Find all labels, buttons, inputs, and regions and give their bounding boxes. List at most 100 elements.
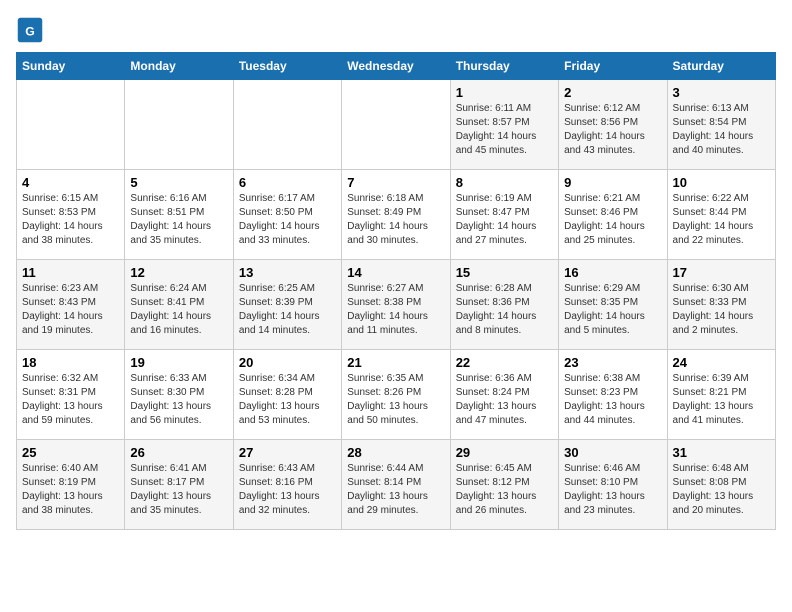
day-cell: 25Sunrise: 6:40 AMSunset: 8:19 PMDayligh… <box>17 440 125 530</box>
day-info: Sunrise: 6:43 AMSunset: 8:16 PMDaylight:… <box>239 462 336 518</box>
week-row-3: 11 Sunrise: 6:23 AMSunset: 8:43 PMDayligh… <box>17 260 776 350</box>
week-row-1: 1 Sunrise: 6:11 AMSunset: 8:57 PMDaylight… <box>17 80 776 170</box>
day-cell: 5 Sunrise: 6:16 AMSunset: 8:51 PMDaylight… <box>125 170 233 260</box>
day-number: 22 <box>456 355 553 370</box>
week-row-2: 4Sunrise: 6:15 AMSunset: 8:53 PMDaylight… <box>17 170 776 260</box>
day-number: 27 <box>239 445 336 460</box>
day-cell: 16 Sunrise: 6:29 AMSunset: 8:35 PMDayligh… <box>559 260 667 350</box>
day-info: Sunrise: 6:19 AMSunset: 8:47 PMDaylight:… <box>456 192 553 248</box>
day-number: 31 <box>673 445 770 460</box>
week-row-5: 25Sunrise: 6:40 AMSunset: 8:19 PMDayligh… <box>17 440 776 530</box>
day-cell: 8 Sunrise: 6:19 AMSunset: 8:47 PMDaylight… <box>450 170 558 260</box>
day-cell: 21 Sunrise: 6:35 AMSunset: 8:26 PMDayligh… <box>342 350 450 440</box>
day-info: Sunrise: 6:38 AMSunset: 8:23 PMDaylight:… <box>564 372 661 428</box>
logo-icon: G <box>16 16 44 44</box>
day-number: 13 <box>239 265 336 280</box>
day-info: Sunrise: 6:33 AMSunset: 8:30 PMDaylight:… <box>130 372 227 428</box>
day-info: Sunrise: 6:11 AMSunset: 8:57 PMDaylight:… <box>456 102 553 158</box>
day-info: Sunrise: 6:22 AMSunset: 8:44 PMDaylight:… <box>673 192 770 248</box>
day-cell: 2 Sunrise: 6:12 AMSunset: 8:56 PMDaylight… <box>559 80 667 170</box>
day-number: 10 <box>673 175 770 190</box>
calendar-table: SundayMondayTuesdayWednesdayThursdayFrid… <box>16 52 776 530</box>
day-cell: 30Sunrise: 6:46 AMSunset: 8:10 PMDayligh… <box>559 440 667 530</box>
day-number: 25 <box>22 445 119 460</box>
day-cell: 12Sunrise: 6:24 AMSunset: 8:41 PMDayligh… <box>125 260 233 350</box>
day-cell: 17 Sunrise: 6:30 AMSunset: 8:33 PMDayligh… <box>667 260 775 350</box>
weekday-header-saturday: Saturday <box>667 53 775 80</box>
weekday-row: SundayMondayTuesdayWednesdayThursdayFrid… <box>17 53 776 80</box>
day-number: 19 <box>130 355 227 370</box>
day-cell: 4Sunrise: 6:15 AMSunset: 8:53 PMDaylight… <box>17 170 125 260</box>
day-info: Sunrise: 6:46 AMSunset: 8:10 PMDaylight:… <box>564 462 661 518</box>
day-info: Sunrise: 6:17 AMSunset: 8:50 PMDaylight:… <box>239 192 336 248</box>
day-number: 9 <box>564 175 661 190</box>
day-info: Sunrise: 6:12 AMSunset: 8:56 PMDaylight:… <box>564 102 661 158</box>
day-cell: 15 Sunrise: 6:28 AMSunset: 8:36 PMDayligh… <box>450 260 558 350</box>
calendar-body: 1 Sunrise: 6:11 AMSunset: 8:57 PMDaylight… <box>17 80 776 530</box>
day-info: Sunrise: 6:44 AMSunset: 8:14 PMDaylight:… <box>347 462 444 518</box>
day-cell: 9Sunrise: 6:21 AMSunset: 8:46 PMDaylight… <box>559 170 667 260</box>
day-number: 5 <box>130 175 227 190</box>
day-info: Sunrise: 6:28 AMSunset: 8:36 PMDaylight:… <box>456 282 553 338</box>
day-number: 17 <box>673 265 770 280</box>
day-info: Sunrise: 6:23 AMSunset: 8:43 PMDaylight:… <box>22 282 119 338</box>
weekday-header-wednesday: Wednesday <box>342 53 450 80</box>
day-number: 15 <box>456 265 553 280</box>
weekday-header-monday: Monday <box>125 53 233 80</box>
weekday-header-thursday: Thursday <box>450 53 558 80</box>
header: G <box>16 16 776 44</box>
day-info: Sunrise: 6:39 AMSunset: 8:21 PMDaylight:… <box>673 372 770 428</box>
day-number: 7 <box>347 175 444 190</box>
calendar-header: SundayMondayTuesdayWednesdayThursdayFrid… <box>17 53 776 80</box>
weekday-header-friday: Friday <box>559 53 667 80</box>
day-cell: 26Sunrise: 6:41 AMSunset: 8:17 PMDayligh… <box>125 440 233 530</box>
day-info: Sunrise: 6:34 AMSunset: 8:28 PMDaylight:… <box>239 372 336 428</box>
day-cell: 20 Sunrise: 6:34 AMSunset: 8:28 PMDayligh… <box>233 350 341 440</box>
day-info: Sunrise: 6:15 AMSunset: 8:53 PMDaylight:… <box>22 192 119 248</box>
day-cell <box>233 80 341 170</box>
day-number: 6 <box>239 175 336 190</box>
day-info: Sunrise: 6:48 AMSunset: 8:08 PMDaylight:… <box>673 462 770 518</box>
day-cell: 1 Sunrise: 6:11 AMSunset: 8:57 PMDaylight… <box>450 80 558 170</box>
day-number: 14 <box>347 265 444 280</box>
day-cell: 23 Sunrise: 6:38 AMSunset: 8:23 PMDayligh… <box>559 350 667 440</box>
day-info: Sunrise: 6:18 AMSunset: 8:49 PMDaylight:… <box>347 192 444 248</box>
day-info: Sunrise: 6:16 AMSunset: 8:51 PMDaylight:… <box>130 192 227 248</box>
day-info: Sunrise: 6:27 AMSunset: 8:38 PMDaylight:… <box>347 282 444 338</box>
day-number: 20 <box>239 355 336 370</box>
day-cell: 7 Sunrise: 6:18 AMSunset: 8:49 PMDaylight… <box>342 170 450 260</box>
day-info: Sunrise: 6:30 AMSunset: 8:33 PMDaylight:… <box>673 282 770 338</box>
day-info: Sunrise: 6:29 AMSunset: 8:35 PMDaylight:… <box>564 282 661 338</box>
day-number: 28 <box>347 445 444 460</box>
day-number: 2 <box>564 85 661 100</box>
day-cell: 6 Sunrise: 6:17 AMSunset: 8:50 PMDaylight… <box>233 170 341 260</box>
day-cell: 31 Sunrise: 6:48 AMSunset: 8:08 PMDayligh… <box>667 440 775 530</box>
day-cell: 10 Sunrise: 6:22 AMSunset: 8:44 PMDayligh… <box>667 170 775 260</box>
weekday-header-tuesday: Tuesday <box>233 53 341 80</box>
day-cell: 18 Sunrise: 6:32 AMSunset: 8:31 PMDayligh… <box>17 350 125 440</box>
day-cell: 3Sunrise: 6:13 AMSunset: 8:54 PMDaylight… <box>667 80 775 170</box>
weekday-header-sunday: Sunday <box>17 53 125 80</box>
day-cell: 13Sunrise: 6:25 AMSunset: 8:39 PMDayligh… <box>233 260 341 350</box>
day-cell: 27 Sunrise: 6:43 AMSunset: 8:16 PMDayligh… <box>233 440 341 530</box>
day-info: Sunrise: 6:32 AMSunset: 8:31 PMDaylight:… <box>22 372 119 428</box>
day-cell <box>17 80 125 170</box>
day-number: 3 <box>673 85 770 100</box>
day-number: 12 <box>130 265 227 280</box>
day-cell: 24Sunrise: 6:39 AMSunset: 8:21 PMDayligh… <box>667 350 775 440</box>
day-number: 11 <box>22 265 119 280</box>
day-info: Sunrise: 6:35 AMSunset: 8:26 PMDaylight:… <box>347 372 444 428</box>
day-info: Sunrise: 6:41 AMSunset: 8:17 PMDaylight:… <box>130 462 227 518</box>
day-number: 23 <box>564 355 661 370</box>
day-cell: 29Sunrise: 6:45 AMSunset: 8:12 PMDayligh… <box>450 440 558 530</box>
day-cell <box>125 80 233 170</box>
day-cell <box>342 80 450 170</box>
day-number: 16 <box>564 265 661 280</box>
week-row-4: 18 Sunrise: 6:32 AMSunset: 8:31 PMDayligh… <box>17 350 776 440</box>
day-number: 21 <box>347 355 444 370</box>
day-number: 18 <box>22 355 119 370</box>
logo: G <box>16 16 48 44</box>
day-number: 8 <box>456 175 553 190</box>
day-number: 1 <box>456 85 553 100</box>
day-cell: 14 Sunrise: 6:27 AMSunset: 8:38 PMDayligh… <box>342 260 450 350</box>
